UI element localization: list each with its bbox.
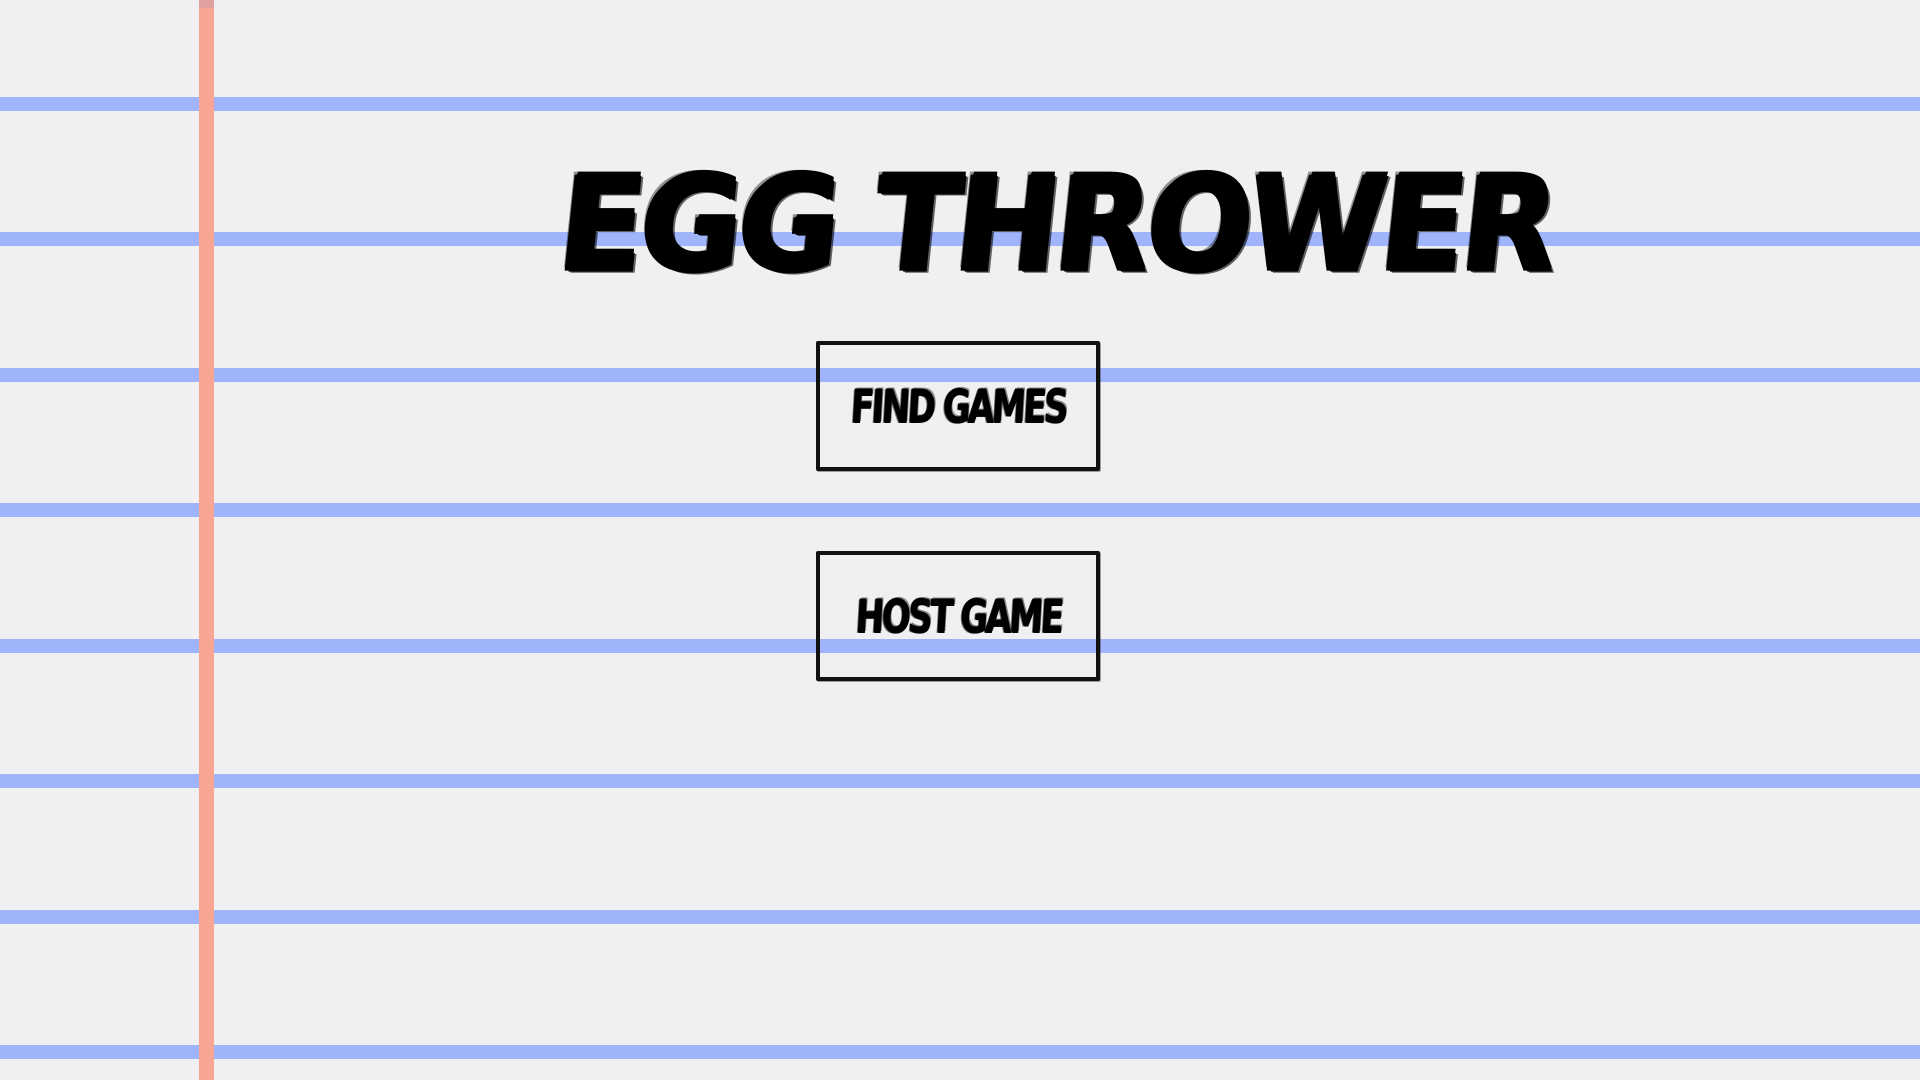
host-game-label: HOST GAME: [853, 589, 1063, 643]
find-games-label: FIND GAMES: [848, 379, 1068, 433]
ruled-line: [0, 774, 1920, 788]
ruled-line: [0, 97, 1920, 111]
ruled-line: [0, 1045, 1920, 1059]
game-title: EGG THROWER: [551, 148, 1562, 302]
ruled-line: [0, 910, 1920, 924]
margin-line-cap: [199, 0, 214, 8]
find-games-button[interactable]: FIND GAMES: [816, 341, 1100, 471]
host-game-button[interactable]: HOST GAME: [816, 551, 1100, 681]
ruled-line: [0, 503, 1920, 517]
margin-line: [199, 0, 214, 1080]
